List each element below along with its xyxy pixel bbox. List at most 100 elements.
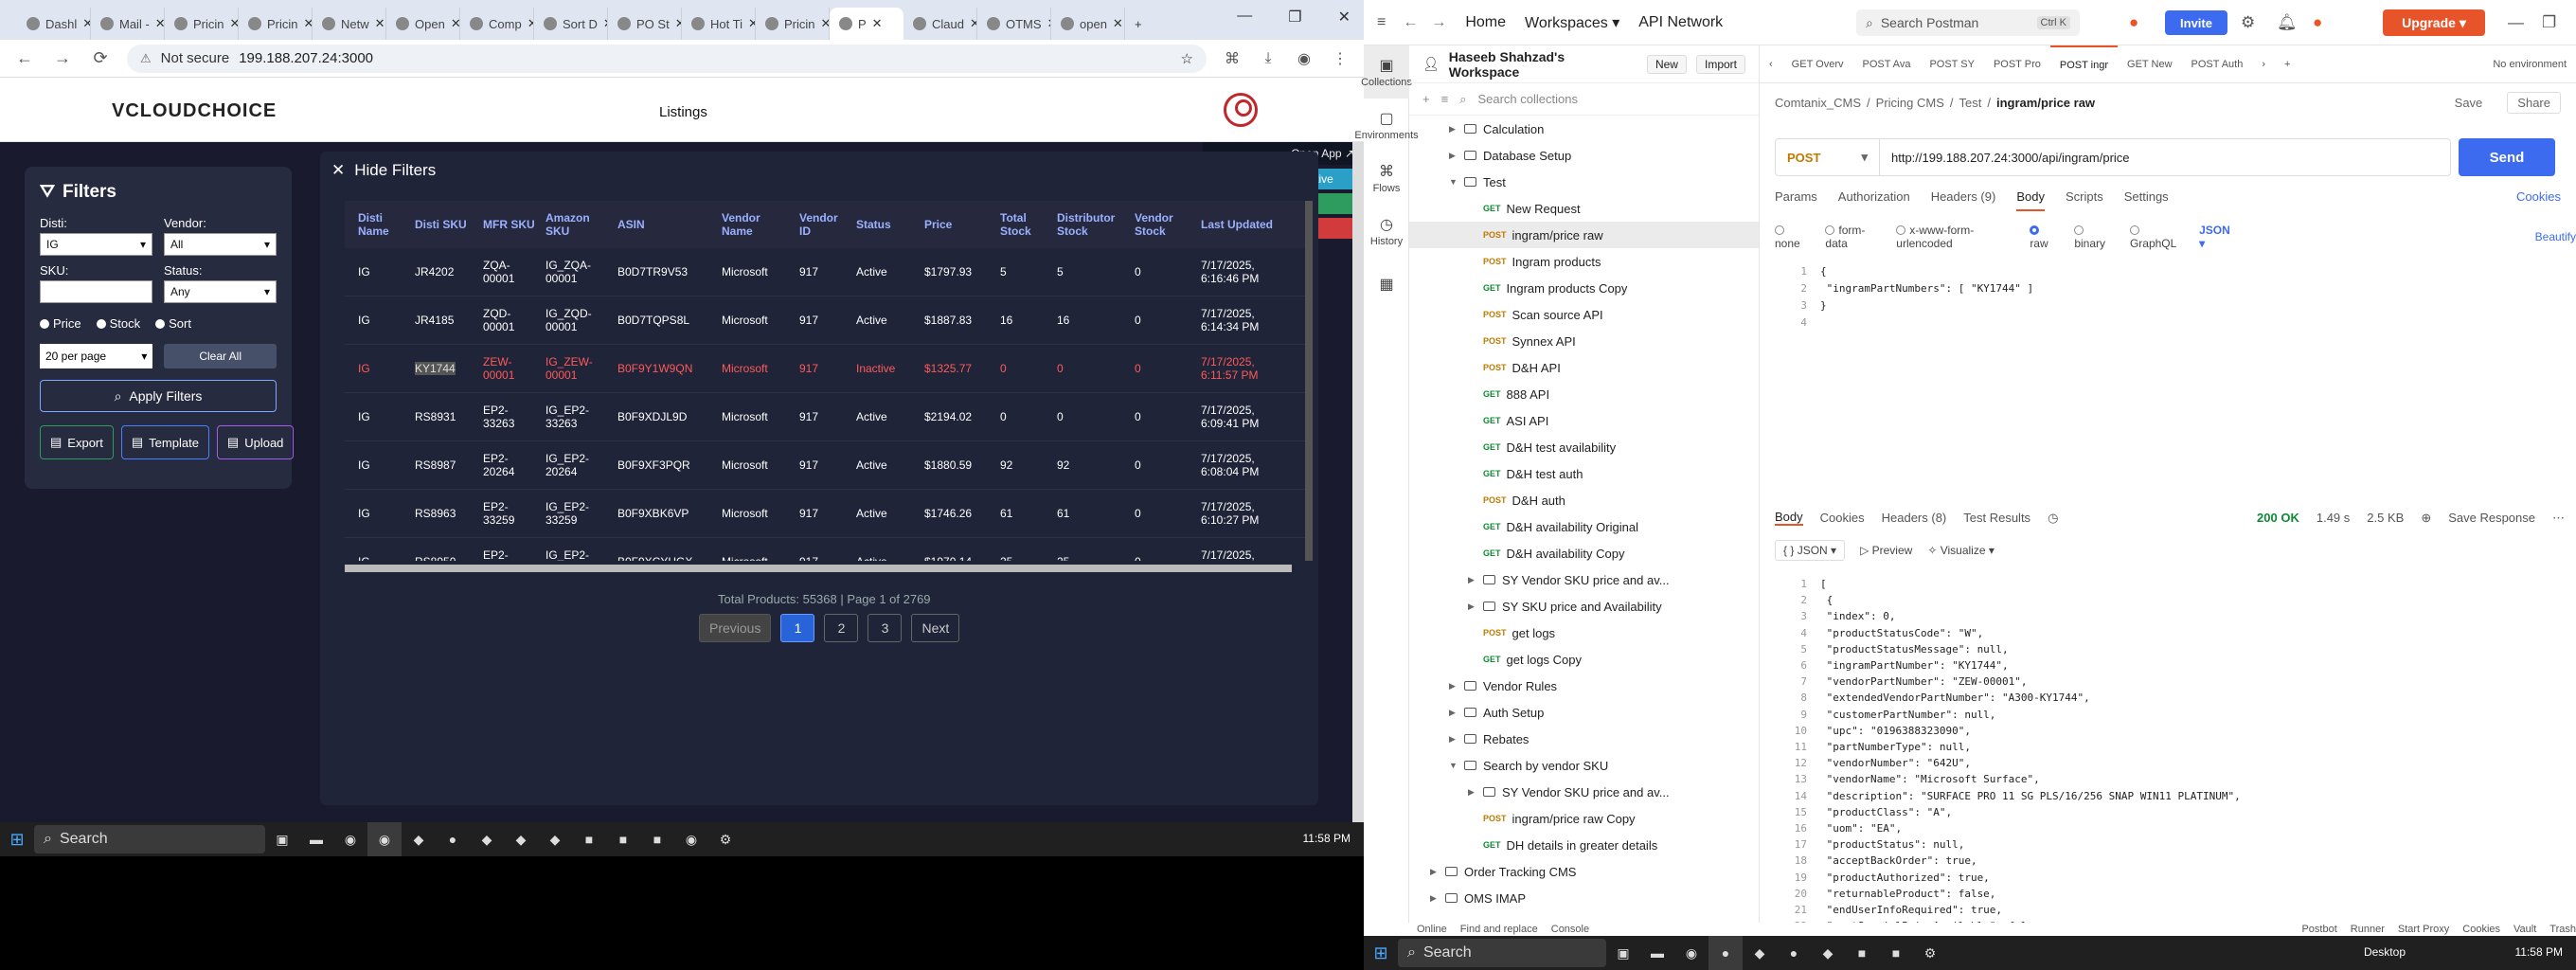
browser-tab[interactable]: Comp ✕: [460, 8, 534, 40]
table-row[interactable]: IG RS8963 EP2-33259 IG_EP2-33259 B0F9XBK6VP M…: [345, 490, 1305, 538]
app-icon[interactable]: ■: [1845, 936, 1879, 970]
close-tab-icon[interactable]: ✕: [155, 16, 164, 31]
res-tab-tests[interactable]: Test Results: [1963, 511, 2030, 525]
footer-item[interactable]: Trash: [2549, 924, 2576, 935]
footer-item[interactable]: Vault: [2513, 924, 2536, 935]
footer-item[interactable]: Postbot: [2301, 924, 2336, 935]
visualize-button[interactable]: ✧ Visualize ▾: [1927, 544, 1995, 557]
forward-icon[interactable]: →: [51, 48, 74, 68]
tree-request[interactable]: GET D&H availability Original: [1409, 513, 1759, 540]
close-tab-icon[interactable]: ✕: [230, 16, 238, 31]
res-tab-body[interactable]: Body: [1775, 510, 1803, 526]
settings-icon[interactable]: ⚙: [2241, 13, 2255, 32]
footer-item[interactable]: Runner: [2351, 924, 2385, 935]
vendor-select[interactable]: All ▾: [164, 233, 277, 256]
chrome-icon[interactable]: ◉: [333, 822, 367, 856]
profile-icon[interactable]: ◉: [1294, 49, 1315, 68]
close-tab-icon[interactable]: ✕: [748, 16, 755, 31]
postman-icon[interactable]: ●: [1708, 936, 1743, 970]
maximize-icon[interactable]: ❐: [1288, 8, 1301, 27]
task-view-icon[interactable]: ▣: [265, 822, 299, 856]
close-tab-icon[interactable]: ✕: [675, 16, 681, 31]
browser-tab[interactable]: Pricin ✕: [756, 8, 830, 40]
tab-params[interactable]: Params: [1775, 189, 1817, 211]
history-nav[interactable]: ◷ History: [1364, 205, 1409, 258]
collections-nav[interactable]: ▣ Collections: [1361, 45, 1412, 99]
radio-form-data[interactable]: form-data: [1825, 224, 1879, 250]
tab-settings[interactable]: Settings: [2124, 189, 2169, 211]
user-avatar-icon[interactable]: [1224, 93, 1258, 127]
minimize-icon[interactable]: —: [1237, 8, 1252, 27]
radio-binary[interactable]: binary: [2074, 224, 2113, 250]
file-explorer-icon[interactable]: ▬: [299, 822, 333, 856]
close-tab-icon[interactable]: ✕: [451, 16, 459, 31]
export-button[interactable]: ▤ Export: [40, 425, 114, 459]
taskbar-search[interactable]: ⌕ Search: [1398, 939, 1606, 967]
tree-folder[interactable]: ▶ Calculation: [1409, 116, 1759, 142]
request-tab[interactable]: GET New: [2118, 45, 2181, 83]
tab-scroll-right-icon[interactable]: ›: [2252, 45, 2275, 83]
table-row[interactable]: IG RS8931 EP2-33263 IG_EP2-33263 B0F9XDJL9D M…: [345, 393, 1305, 441]
browser-tab[interactable]: Pricin ✕: [165, 8, 239, 40]
back-icon[interactable]: ←: [1403, 14, 1418, 31]
tree-folder[interactable]: ▶ Database Setup: [1409, 142, 1759, 169]
new-tab-button[interactable]: +: [1125, 8, 1163, 40]
res-tab-cookies[interactable]: Cookies: [1820, 511, 1865, 525]
footer-item[interactable]: Start Proxy: [2398, 924, 2449, 935]
table-horizontal-scrollbar[interactable]: [345, 565, 1292, 572]
close-tab-icon[interactable]: ✕: [304, 16, 312, 31]
taskbar-search[interactable]: ⌕ Search: [34, 825, 265, 853]
back-icon[interactable]: ←: [13, 48, 36, 68]
menu-icon[interactable]: ⋮: [1330, 49, 1351, 68]
previous-button[interactable]: Previous: [699, 614, 772, 642]
menu-icon[interactable]: ≡: [1377, 14, 1386, 31]
app-icon[interactable]: ◆: [504, 822, 538, 856]
settings-icon[interactable]: ⚙: [708, 822, 742, 856]
price-radio[interactable]: Price: [40, 316, 81, 331]
close-tab-icon[interactable]: ✕: [82, 16, 90, 31]
plus-icon[interactable]: +: [1422, 92, 1430, 106]
table-row[interactable]: IG JR4202 ZQA-00001 IG_ZQA-00001 B0D7TR9V53 M…: [345, 248, 1305, 296]
browser-tab[interactable]: Netw ✕: [313, 8, 386, 40]
more-icon[interactable]: ⋯: [2552, 511, 2565, 526]
close-tab-icon[interactable]: ✕: [821, 16, 829, 31]
app-icon[interactable]: ●: [1777, 936, 1811, 970]
import-button[interactable]: Import: [1695, 54, 1745, 74]
res-tab-headers[interactable]: Headers (8): [1882, 511, 1947, 525]
tree-request[interactable]: GET 888 API: [1409, 381, 1759, 407]
star-icon[interactable]: ☆: [1181, 50, 1193, 67]
chrome-active-icon[interactable]: ◉: [367, 822, 402, 856]
send-button[interactable]: Send: [2459, 138, 2555, 176]
close-tab-icon[interactable]: ✕: [872, 16, 883, 31]
footer-item[interactable]: Find and replace: [1460, 924, 1538, 935]
upload-button[interactable]: ▤ Upload: [216, 425, 295, 459]
nav-workspaces[interactable]: Workspaces ▾: [1525, 13, 1619, 32]
tree-folder[interactable]: ▼ Search by vendor SKU: [1409, 752, 1759, 779]
browser-tab[interactable]: Hot Ti ✕: [682, 8, 756, 40]
cookies-link[interactable]: Cookies: [2516, 189, 2561, 211]
stock-radio[interactable]: Stock: [96, 316, 140, 331]
radio-raw[interactable]: raw: [2030, 224, 2057, 250]
invite-button[interactable]: Invite: [2165, 10, 2227, 35]
sort-radio[interactable]: Sort: [155, 316, 191, 331]
clear-all-button[interactable]: Clear All: [164, 344, 277, 368]
menu-icon[interactable]: ≡: [1441, 92, 1449, 106]
status-select[interactable]: Any ▾: [164, 280, 277, 303]
tree-folder[interactable]: ▶ Auth Setup: [1409, 699, 1759, 726]
json-type-select[interactable]: JSON ▾: [2199, 224, 2234, 250]
file-explorer-icon[interactable]: ▬: [1640, 936, 1674, 970]
page-3-button[interactable]: 3: [868, 614, 903, 642]
tree-folder[interactable]: ▶ SY SKU price and Availability: [1409, 593, 1759, 620]
app-icon[interactable]: ◆: [538, 822, 572, 856]
app-icon[interactable]: ◆: [402, 822, 436, 856]
browser-tab[interactable]: Claud ✕: [903, 8, 977, 40]
tree-request[interactable]: GET DH details in greater details: [1409, 832, 1759, 858]
per-page-select[interactable]: 20 per page ▾: [40, 344, 153, 368]
tree-folder[interactable]: ▶ OMS IMAP: [1409, 885, 1759, 911]
request-tab[interactable]: POST SY: [1920, 45, 1983, 83]
browser-tab[interactable]: P ✕: [830, 8, 903, 40]
table-vertical-scrollbar[interactable]: [1305, 201, 1313, 561]
url-input[interactable]: ⚠ Not secure 199.188.207.24:3000 ☆: [127, 44, 1207, 73]
beautify-button[interactable]: Beautify: [2535, 230, 2576, 243]
table-row[interactable]: IG RS8987 EP2-20264 IG_EP2-20264 B0F9XF3PQR M…: [345, 441, 1305, 490]
